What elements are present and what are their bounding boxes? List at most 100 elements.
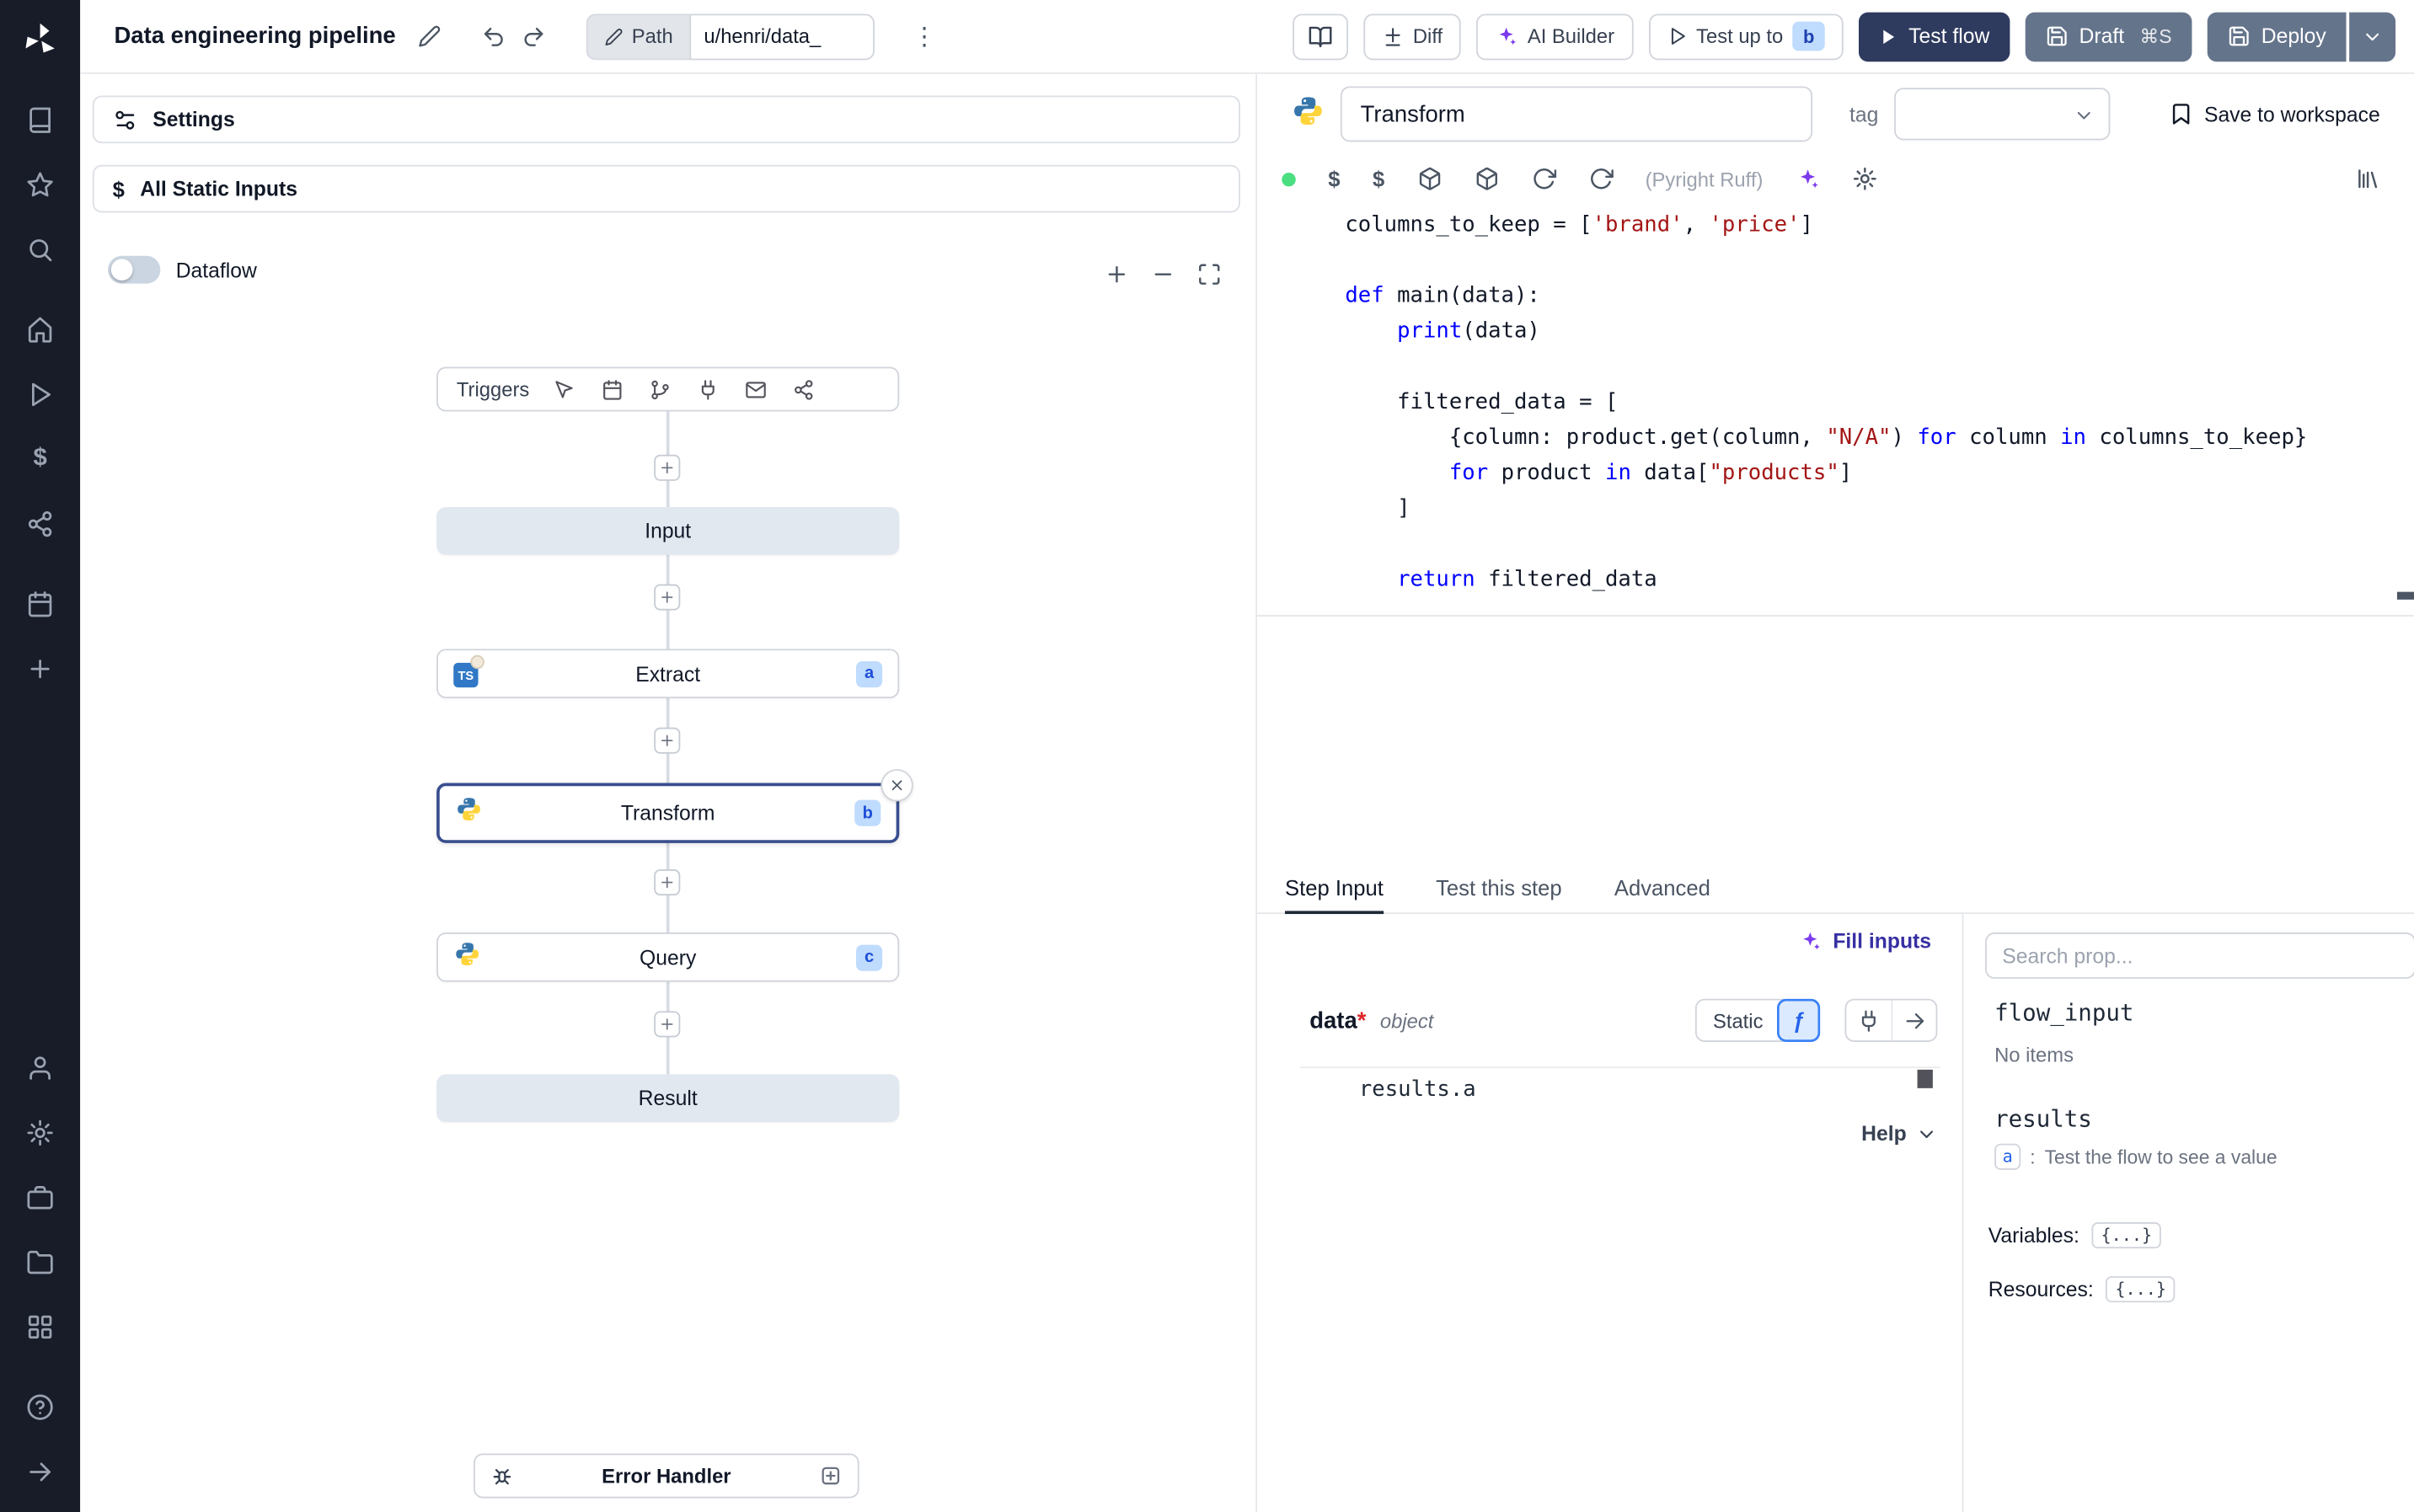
path-input[interactable] — [689, 13, 875, 60]
reload-icon[interactable] — [1531, 167, 1556, 191]
routes-branch-icon[interactable] — [650, 378, 672, 400]
resource-picker-icon[interactable]: $ — [1373, 167, 1384, 191]
variable-picker-icon[interactable]: $ — [1328, 167, 1340, 191]
reload-icon[interactable] — [1588, 167, 1614, 191]
expression-editor[interactable]: results.a — [1300, 1066, 1941, 1112]
scrollbar-thumb[interactable] — [2396, 591, 2414, 600]
dataflow-toggle[interactable] — [108, 255, 161, 284]
flow-node-result[interactable]: Result — [436, 1074, 900, 1123]
flow-node-query[interactable]: Query c — [436, 932, 900, 982]
folders-icon[interactable] — [19, 1241, 62, 1284]
add-error-handler-icon[interactable] — [819, 1464, 842, 1487]
gear-icon[interactable] — [19, 1111, 62, 1154]
ai-builder-button[interactable]: AI Builder — [1476, 13, 1633, 60]
variables-label: Variables: — [1988, 1223, 2079, 1248]
resources-hub-icon[interactable] — [19, 503, 62, 546]
kebab-menu-icon[interactable]: ⋮ — [912, 21, 936, 52]
argument-type: object — [1379, 1008, 1434, 1033]
draft-button[interactable]: Draft ⌘S — [2025, 11, 2192, 61]
fill-inputs-button[interactable]: Fill inputs — [1799, 929, 1931, 953]
deploy-button[interactable]: Deploy — [2207, 11, 2347, 61]
package-icon[interactable] — [1417, 167, 1442, 191]
star-icon[interactable] — [19, 163, 62, 206]
deploy-dropdown-button[interactable] — [2349, 11, 2396, 61]
home-icon[interactable] — [19, 308, 62, 351]
python-icon — [1291, 93, 1325, 135]
flow-node-extract[interactable]: TS Extract a — [436, 649, 900, 698]
test-up-to-label: Test up to — [1696, 24, 1784, 48]
diff-label: Diff — [1412, 24, 1443, 48]
add-step-button[interactable] — [654, 869, 681, 896]
search-prop-input[interactable] — [1985, 932, 2414, 979]
workers-briefcase-icon[interactable] — [19, 1176, 62, 1219]
tag-select[interactable] — [1893, 88, 2110, 141]
kafka-nodes-icon[interactable] — [793, 378, 815, 400]
runs-play-icon[interactable] — [19, 373, 62, 416]
node-label: Query — [640, 945, 697, 970]
path-button[interactable]: Path — [585, 13, 690, 60]
schedule-calendar-icon[interactable] — [602, 378, 624, 400]
ai-sparkles-icon[interactable] — [1796, 167, 1820, 191]
delete-step-close-icon[interactable] — [880, 769, 913, 802]
plug-icon-button[interactable] — [1846, 1001, 1891, 1041]
app-window: $ Data engineering pipeline Path ⋮ — [0, 0, 2414, 1512]
resources-expand-badge[interactable]: {...} — [2106, 1276, 2176, 1303]
websocket-plug-icon[interactable] — [698, 378, 720, 400]
draft-shortcut: ⌘S — [2139, 26, 2172, 48]
undo-icon[interactable] — [480, 24, 505, 48]
redo-icon[interactable] — [521, 24, 545, 48]
package-icon[interactable] — [1474, 167, 1498, 191]
result-item-a[interactable]: a : Test the flow to see a value — [1994, 1143, 2278, 1170]
static-mode-button[interactable]: Static — [1698, 1001, 1779, 1041]
expand-arrow-icon[interactable] — [19, 1451, 62, 1493]
results-label[interactable]: results — [1994, 1105, 2092, 1133]
diff-icon — [1385, 27, 1400, 45]
tab-step-input[interactable]: Step Input — [1284, 863, 1384, 915]
add-plus-icon[interactable] — [19, 648, 62, 691]
docs-button[interactable] — [1293, 13, 1348, 60]
add-step-button[interactable] — [654, 584, 681, 611]
expression-mode-toggle[interactable]: ƒ — [1776, 998, 1821, 1042]
add-step-button[interactable] — [654, 454, 681, 481]
library-panel-icon[interactable] — [2355, 167, 2379, 191]
email-mail-icon[interactable] — [746, 378, 768, 400]
flow-input-label[interactable]: flow_input — [1994, 999, 2133, 1027]
variables-expand-badge[interactable]: {...} — [2091, 1222, 2162, 1249]
webhook-pointer-icon[interactable] — [554, 378, 576, 400]
arrow-right-button[interactable] — [1891, 1000, 1935, 1041]
user-icon[interactable] — [19, 1046, 62, 1089]
edit-title-pencil-icon[interactable] — [417, 24, 440, 47]
code-editor[interactable]: columns_to_keep = ['brand', 'price'] def… — [1257, 204, 2414, 617]
add-step-button[interactable] — [654, 1011, 681, 1038]
schedules-calendar-icon[interactable] — [19, 583, 62, 626]
step-name-input[interactable] — [1340, 86, 1813, 142]
flow-settings-button[interactable]: Settings — [92, 95, 1240, 144]
sparkles-icon — [1500, 27, 1517, 45]
search-icon[interactable] — [19, 228, 62, 271]
save-to-workspace-button[interactable]: Save to workspace — [2169, 102, 2380, 126]
add-step-button[interactable] — [654, 727, 681, 754]
ai-builder-label: AI Builder — [1527, 24, 1615, 48]
flow-node-transform[interactable]: Transform b — [436, 769, 913, 843]
error-handler-node[interactable]: Error Handler — [474, 1453, 859, 1499]
tab-test-this-step[interactable]: Test this step — [1436, 863, 1562, 914]
help-icon[interactable] — [19, 1386, 62, 1429]
test-flow-button[interactable]: Test flow — [1859, 11, 2010, 61]
diff-button[interactable]: Diff — [1363, 13, 1462, 60]
groups-grid-icon[interactable] — [19, 1306, 62, 1349]
zoom-in-icon[interactable] — [1105, 262, 1129, 286]
flow-node-input[interactable]: Input — [436, 507, 900, 555]
editor-settings-gear-icon[interactable] — [1853, 167, 1877, 191]
error-handler-label: Error Handler — [602, 1464, 731, 1488]
book-icon[interactable] — [19, 99, 62, 142]
test-up-to-button[interactable]: Test up to b — [1648, 13, 1844, 60]
zoom-out-icon[interactable] — [1151, 262, 1175, 286]
fit-view-icon[interactable] — [1197, 262, 1222, 286]
help-button[interactable]: Help — [1861, 1122, 1937, 1146]
windmill-logo-icon[interactable] — [19, 19, 62, 61]
triggers-node[interactable]: Triggers — [436, 366, 900, 412]
static-inputs-button[interactable]: $ All Static Inputs — [92, 164, 1240, 213]
tab-advanced[interactable]: Advanced — [1614, 863, 1710, 914]
variables-dollar-icon[interactable]: $ — [19, 438, 62, 481]
step-input-section: Fill inputs data * object Static ƒ resul… — [1257, 914, 1962, 1512]
